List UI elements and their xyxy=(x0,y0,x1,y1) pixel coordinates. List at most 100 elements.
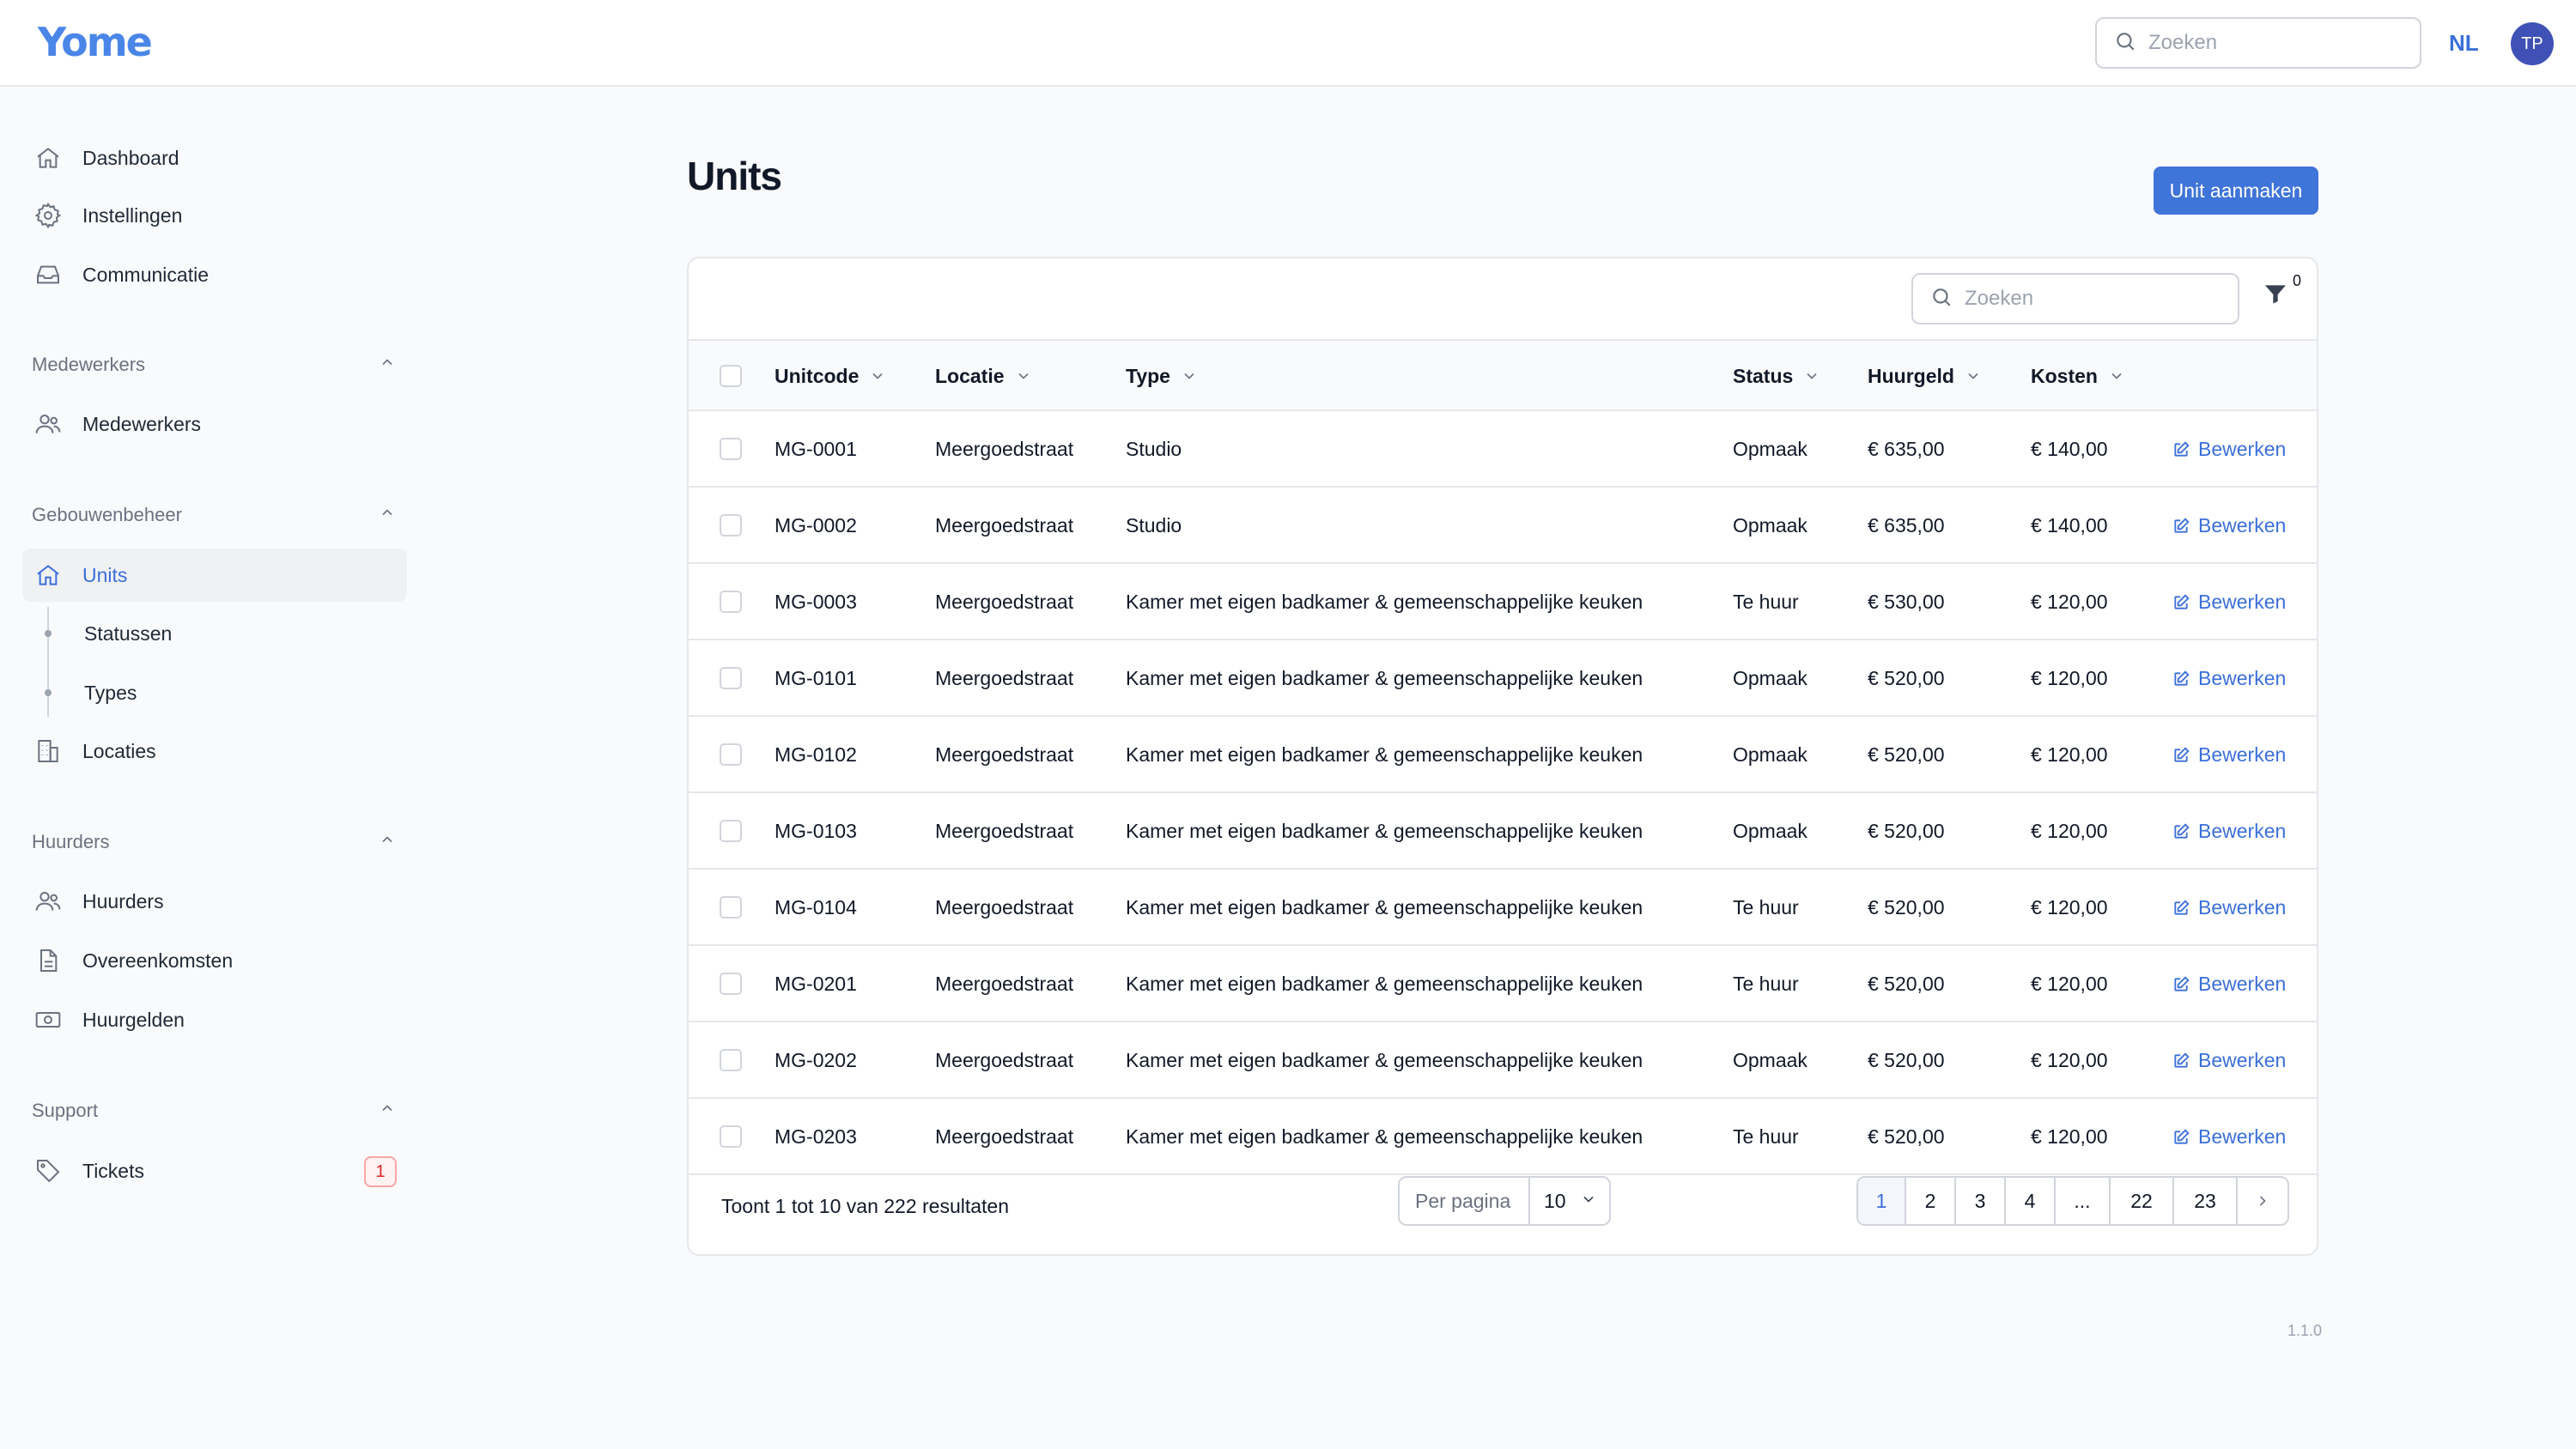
cell-type: Kamer met eigen badkamer & gemeenschappe… xyxy=(1126,591,1643,613)
table-row[interactable]: MG-0202 Meergoedstraat Kamer met eigen bad… xyxy=(689,1022,2317,1099)
edit-label: Bewerken xyxy=(2198,514,2287,537)
next-page-button[interactable] xyxy=(2238,1178,2287,1224)
section-gebouwenbeheer[interactable]: Gebouwenbeheer xyxy=(32,498,396,532)
edit-icon xyxy=(2172,593,2198,611)
bullet xyxy=(45,689,52,696)
table-search-input[interactable] xyxy=(1965,287,2205,311)
table-search[interactable] xyxy=(1911,273,2239,324)
per-page-select[interactable]: Per pagina 10 xyxy=(1398,1176,1611,1226)
sidebar-item-dashboard[interactable]: Dashboard xyxy=(22,131,407,185)
table-row[interactable]: MG-0102 Meergoedstraat Kamer met eigen bad… xyxy=(689,717,2317,793)
column-huurgeld[interactable]: Huurgeld xyxy=(1868,341,1982,411)
row-checkbox[interactable] xyxy=(720,820,742,842)
page-button[interactable]: 4 xyxy=(2006,1178,2056,1224)
edit-button[interactable]: Bewerken xyxy=(2172,946,2286,1022)
edit-button[interactable]: Bewerken xyxy=(2172,717,2286,793)
sidebar-item-huurders[interactable]: Huurders xyxy=(22,875,407,928)
row-checkbox[interactable] xyxy=(720,1049,742,1071)
global-search[interactable] xyxy=(2095,17,2421,69)
edit-label: Bewerken xyxy=(2198,1125,2287,1148)
page-button[interactable]: 1 xyxy=(1858,1178,1906,1224)
page-button[interactable]: 22 xyxy=(2111,1178,2174,1224)
row-checkbox[interactable] xyxy=(720,667,742,689)
column-unitcode[interactable]: Unitcode xyxy=(775,341,886,411)
table-row[interactable]: MG-0203 Meergoedstraat Kamer met eigen bad… xyxy=(689,1099,2317,1175)
section-medewerkers[interactable]: Medewerkers xyxy=(32,348,396,382)
row-checkbox[interactable] xyxy=(720,1125,742,1148)
edit-button[interactable]: Bewerken xyxy=(2172,411,2286,488)
column-kosten[interactable]: Kosten xyxy=(2031,341,2125,411)
sidebar-item-statussen[interactable]: Statussen xyxy=(22,609,407,658)
table-row[interactable]: MG-0103 Meergoedstraat Kamer met eigen bad… xyxy=(689,793,2317,870)
home-icon xyxy=(33,560,64,591)
sidebar-item-units[interactable]: Units xyxy=(22,549,407,602)
language-switch[interactable]: NL xyxy=(2449,29,2479,57)
edit-button[interactable]: Bewerken xyxy=(2172,1099,2286,1175)
chevron-up-icon xyxy=(379,831,396,853)
sidebar-item-label: Overeenkomsten xyxy=(82,949,234,972)
table-row[interactable]: MG-0101 Meergoedstraat Kamer met eigen bad… xyxy=(689,640,2317,717)
cell-huurgeld: € 520,00 xyxy=(1868,743,1945,766)
table-row[interactable]: MG-0201 Meergoedstraat Kamer met eigen bad… xyxy=(689,946,2317,1022)
row-checkbox[interactable] xyxy=(720,438,742,460)
sidebar-item-instellingen[interactable]: Instellingen xyxy=(22,189,407,242)
column-status[interactable]: Status xyxy=(1733,341,1820,411)
select-all-checkbox[interactable] xyxy=(720,365,742,387)
sidebar-item-locaties[interactable]: Locaties xyxy=(22,724,407,778)
cell-locatie: Meergoedstraat xyxy=(935,591,1074,613)
cell-kosten: € 120,00 xyxy=(2031,820,2108,842)
edit-icon xyxy=(2172,746,2198,764)
cell-kosten: € 120,00 xyxy=(2031,743,2108,766)
logo[interactable]: Yome xyxy=(38,19,153,65)
row-checkbox[interactable] xyxy=(720,743,742,766)
cell-status: Te huur xyxy=(1733,896,1799,919)
chevron-down-icon xyxy=(1965,367,1982,385)
sidebar-item-types[interactable]: Types xyxy=(22,669,407,717)
search-icon xyxy=(2114,30,2136,57)
cell-huurgeld: € 520,00 xyxy=(1868,820,1945,842)
section-huurders[interactable]: Huurders xyxy=(32,825,396,859)
edit-button[interactable]: Bewerken xyxy=(2172,1022,2286,1099)
column-type[interactable]: Type xyxy=(1126,341,1198,411)
edit-button[interactable]: Bewerken xyxy=(2172,488,2286,564)
per-page-dropdown[interactable]: 10 xyxy=(1530,1178,1609,1224)
sidebar-item-tickets[interactable]: Tickets xyxy=(22,1144,407,1197)
column-locatie[interactable]: Locatie xyxy=(935,341,1032,411)
create-unit-button[interactable]: Unit aanmaken xyxy=(2154,167,2318,215)
global-search-input[interactable] xyxy=(2148,31,2389,55)
table-row[interactable]: MG-0104 Meergoedstraat Kamer met eigen bad… xyxy=(689,870,2317,946)
sidebar-item-overeenkomsten[interactable]: Overeenkomsten xyxy=(22,934,407,987)
page-title: Units xyxy=(687,154,782,198)
sidebar-item-communicatie[interactable]: Communicatie xyxy=(22,248,407,301)
cell-huurgeld: € 520,00 xyxy=(1868,896,1945,919)
table-row[interactable]: MG-0001 Meergoedstraat Studio Opmaak € 635,0… xyxy=(689,411,2317,488)
table-row[interactable]: MG-0003 Meergoedstraat Kamer met eigen bad… xyxy=(689,564,2317,640)
cell-kosten: € 120,00 xyxy=(2031,667,2108,689)
row-checkbox[interactable] xyxy=(720,973,742,995)
row-checkbox[interactable] xyxy=(720,896,742,919)
cell-status: Opmaak xyxy=(1733,743,1807,766)
row-checkbox[interactable] xyxy=(720,514,742,537)
edit-button[interactable]: Bewerken xyxy=(2172,640,2286,717)
edit-icon xyxy=(2172,440,2198,458)
table-row[interactable]: MG-0002 Meergoedstraat Studio Opmaak € 635,0… xyxy=(689,488,2317,564)
page-button[interactable]: 2 xyxy=(1906,1178,1956,1224)
chevron-down-icon xyxy=(1566,1190,1597,1213)
page-button[interactable]: 23 xyxy=(2174,1178,2238,1224)
sidebar-item-huurgelden[interactable]: Huurgelden xyxy=(22,993,407,1046)
cell-unitcode: MG-0104 xyxy=(775,896,857,919)
sidebar-item-label: Dashboard xyxy=(82,146,179,169)
edit-button[interactable]: Bewerken xyxy=(2172,870,2286,946)
sidebar-item-medewerkers[interactable]: Medewerkers xyxy=(22,397,407,451)
edit-button[interactable]: Bewerken xyxy=(2172,564,2286,640)
cell-status: Te huur xyxy=(1733,591,1799,613)
section-support[interactable]: Support xyxy=(32,1094,396,1128)
row-checkbox[interactable] xyxy=(720,591,742,613)
chevron-up-icon xyxy=(379,1100,396,1122)
edit-label: Bewerken xyxy=(2198,973,2287,995)
edit-label: Bewerken xyxy=(2198,591,2287,613)
page-button[interactable]: 3 xyxy=(1956,1178,2006,1224)
bullet xyxy=(45,630,52,637)
avatar[interactable]: TP xyxy=(2511,22,2554,65)
edit-button[interactable]: Bewerken xyxy=(2172,793,2286,870)
